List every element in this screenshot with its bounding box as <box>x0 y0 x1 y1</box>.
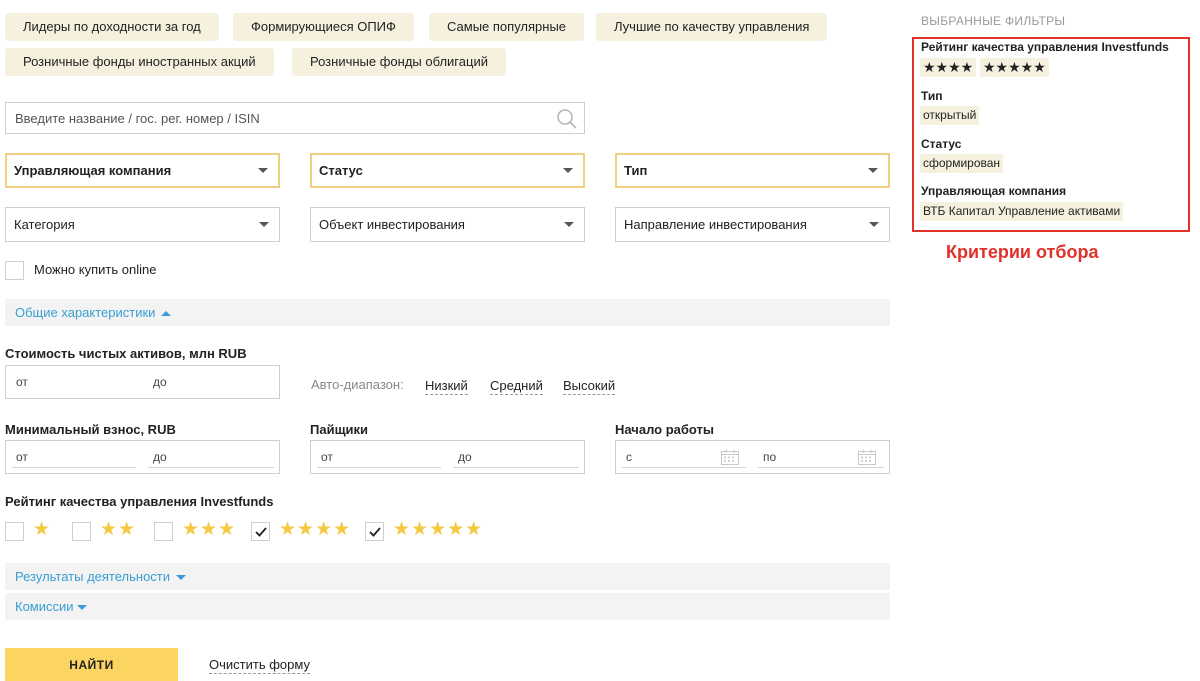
auto-range-high[interactable]: Высокий <box>563 378 616 395</box>
clear-form-button[interactable]: Очистить форму <box>209 657 310 674</box>
checkmark-icon <box>255 527 267 537</box>
dropdown-type[interactable]: Тип <box>615 153 890 188</box>
chevron-down-icon <box>564 222 574 227</box>
input-underline <box>758 467 884 468</box>
selection-criteria-annotation: Критерии отбора <box>946 242 1099 262</box>
selected-rating-4-tag[interactable]: ★★★★ <box>920 58 977 77</box>
start-date-label: Начало работы <box>615 422 714 437</box>
selected-rating-label: Рейтинг качества управления Investfunds <box>921 40 1169 54</box>
checkmark-icon <box>369 527 381 537</box>
dropdown-category[interactable]: Категория <box>5 207 280 242</box>
rating-label: Рейтинг качества управления Investfunds <box>5 494 274 509</box>
dropdown-investment-object[interactable]: Объект инвестирования <box>310 207 585 242</box>
search-icon[interactable] <box>556 108 578 130</box>
search-box <box>5 102 585 134</box>
min-payment-to-input[interactable]: до <box>143 441 279 473</box>
dropdown-label: Тип <box>624 163 648 178</box>
input-underline <box>622 467 746 468</box>
input-underline <box>12 467 136 468</box>
min-payment-range: от до <box>5 440 280 474</box>
selected-rating-5-tag[interactable]: ★★★★★ <box>980 58 1049 77</box>
rating-4-checkbox[interactable] <box>251 522 270 541</box>
section-results-toggle[interactable]: Результаты деятельности <box>5 563 890 590</box>
rating-5-stars: ★★★★★ <box>393 519 484 540</box>
net-assets-range: от до <box>5 365 280 399</box>
rating-2-stars: ★★ <box>100 519 137 540</box>
selected-filters-title: ВЫБРАННЫЕ ФИЛЬТРЫ <box>921 14 1066 28</box>
holders-from-input[interactable]: от <box>311 441 442 473</box>
selected-company-tag[interactable]: ВТБ Капитал Управление активами <box>920 202 1124 221</box>
auto-range-label: Авто-диапазон: <box>311 377 404 392</box>
rating-2-checkbox[interactable] <box>72 522 91 541</box>
preset-foreign-stocks[interactable]: Розничные фонды иностранных акций <box>5 48 274 76</box>
selected-type-tag[interactable]: открытый <box>920 106 980 125</box>
preset-best-management[interactable]: Лучшие по качеству управления <box>596 13 828 41</box>
min-payment-from-input[interactable]: от <box>6 441 137 473</box>
net-assets-to-input[interactable]: до <box>143 366 279 398</box>
net-assets-from-input[interactable]: от <box>6 366 141 398</box>
chevron-down-icon <box>258 168 268 173</box>
preset-forming[interactable]: Формирующиеся ОПИФ <box>233 13 414 41</box>
dropdown-management-company[interactable]: Управляющая компания <box>5 153 280 188</box>
chevron-down-icon <box>869 222 879 227</box>
preset-popular[interactable]: Самые популярные <box>429 13 585 41</box>
input-underline <box>453 467 579 468</box>
selected-status-tag[interactable]: сформирован <box>920 154 1004 173</box>
dropdown-status[interactable]: Статус <box>310 153 585 188</box>
section-general-toggle[interactable]: Общие характеристики <box>5 299 890 326</box>
rating-1-stars: ★ <box>33 519 52 540</box>
dropdown-label: Категория <box>14 217 75 232</box>
input-underline <box>317 467 441 468</box>
find-button[interactable]: НАЙТИ <box>5 648 178 681</box>
holders-range: от до <box>310 440 585 474</box>
rating-3-checkbox[interactable] <box>154 522 173 541</box>
auto-range-low[interactable]: Низкий <box>425 378 468 395</box>
online-label: Можно купить online <box>34 262 157 277</box>
preset-bonds[interactable]: Розничные фонды облигаций <box>292 48 506 76</box>
calendar-icon[interactable] <box>721 449 739 465</box>
section-general-label: Общие характеристики <box>15 305 156 320</box>
dropdown-investment-direction[interactable]: Направление инвестирования <box>615 207 890 242</box>
input-underline <box>148 467 274 468</box>
chevron-down-icon <box>868 168 878 173</box>
rating-4-stars: ★★★★ <box>279 519 352 540</box>
section-commissions-toggle[interactable]: Комиссии <box>5 593 890 620</box>
start-date-range: с по <box>615 440 890 474</box>
section-commissions-label: Комиссии <box>15 599 74 614</box>
chevron-down-icon <box>259 222 269 227</box>
search-input[interactable] <box>6 103 546 133</box>
chevron-down-icon <box>176 575 187 581</box>
rating-5-checkbox[interactable] <box>365 522 384 541</box>
dropdown-label: Управляющая компания <box>14 163 172 178</box>
holders-to-input[interactable]: до <box>448 441 584 473</box>
rating-3-stars: ★★★ <box>182 519 237 540</box>
chevron-down-icon <box>76 605 87 611</box>
section-results-label: Результаты деятельности <box>15 569 171 584</box>
selected-status-label: Статус <box>921 137 962 151</box>
rating-1-checkbox[interactable] <box>5 522 24 541</box>
preset-leaders[interactable]: Лидеры по доходности за год <box>5 13 219 41</box>
selected-company-label: Управляющая компания <box>921 184 1067 198</box>
net-assets-label: Стоимость чистых активов, млн RUB <box>5 346 247 361</box>
dropdown-label: Статус <box>319 163 363 178</box>
selected-type-label: Тип <box>921 89 943 103</box>
auto-range-medium[interactable]: Средний <box>490 378 543 395</box>
calendar-icon[interactable] <box>858 449 876 465</box>
chevron-down-icon <box>563 168 573 173</box>
dropdown-label: Объект инвестирования <box>319 217 465 232</box>
online-checkbox[interactable] <box>5 261 24 280</box>
dropdown-label: Направление инвестирования <box>624 217 807 232</box>
min-payment-label: Минимальный взнос, RUB <box>5 422 176 437</box>
holders-label: Пайщики <box>310 422 369 437</box>
chevron-up-icon <box>161 311 172 317</box>
